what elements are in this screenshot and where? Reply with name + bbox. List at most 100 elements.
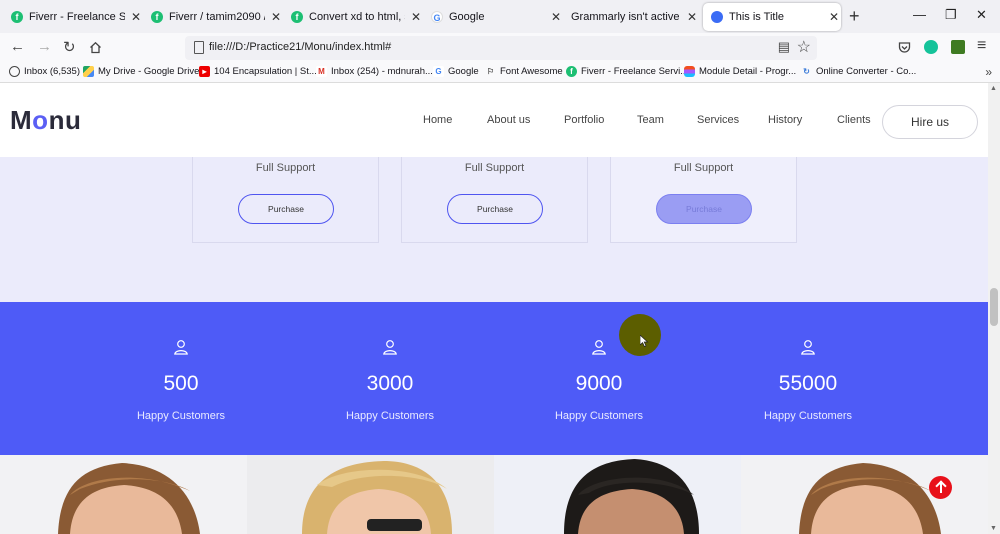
logo-text: M bbox=[10, 105, 33, 135]
forward-arrow-icon[interactable]: → bbox=[37, 38, 52, 55]
bookmark-label: Module Detail - Progr... bbox=[699, 66, 797, 77]
bookmark-label: My Drive - Google Drive bbox=[98, 66, 200, 77]
new-tab-button[interactable]: + bbox=[849, 6, 860, 27]
stat-label: Happy Customers bbox=[345, 410, 435, 422]
browser-nav-bar: ← → ↻ file:///D:/Practice21/Monu/index.h… bbox=[0, 33, 1000, 63]
user-icon bbox=[174, 340, 188, 355]
converter-icon: ↻ bbox=[803, 67, 810, 76]
bookmark-label: 104 Encapsulation | St... bbox=[214, 66, 317, 77]
nav-history[interactable]: History bbox=[768, 114, 802, 126]
nav-about-us[interactable]: About us bbox=[487, 114, 530, 126]
bookmark-item[interactable]: ↻ Online Converter - Co... bbox=[801, 66, 916, 77]
scrollbar-thumb[interactable] bbox=[990, 288, 998, 326]
team-section bbox=[0, 455, 988, 534]
bookmark-label: Font Awesome bbox=[500, 66, 563, 77]
site-logo[interactable]: Monu bbox=[10, 105, 81, 136]
browser-tab[interactable]: f Fiverr - Freelance Services ✕ bbox=[3, 3, 143, 31]
grammarly-extension-icon[interactable] bbox=[924, 40, 938, 54]
bookmark-item[interactable]: ▸ 104 Encapsulation | St... bbox=[199, 66, 317, 77]
pricing-card: Full Support Purchase bbox=[192, 157, 379, 243]
fiverr-icon: f bbox=[566, 66, 577, 77]
close-icon[interactable]: ✕ bbox=[549, 10, 563, 24]
tab-title: Convert xd to html, sketch bbox=[309, 11, 405, 23]
close-icon[interactable]: ✕ bbox=[827, 10, 841, 24]
home-icon[interactable] bbox=[89, 41, 102, 54]
user-icon bbox=[801, 340, 815, 355]
bookmark-item[interactable]: Module Detail - Progr... bbox=[684, 66, 796, 77]
stat-number: 3000 bbox=[366, 372, 414, 395]
stat-number: 55000 bbox=[778, 372, 838, 395]
nav-portfolio[interactable]: Portfolio bbox=[564, 114, 604, 126]
bookmark-item[interactable]: Inbox (6,535) bbox=[9, 66, 80, 77]
pricing-feature: Full Support bbox=[255, 162, 316, 174]
bookmark-item[interactable]: f Fiverr - Freelance Servi... bbox=[566, 66, 688, 77]
reader-view-icon[interactable]: ▤ bbox=[778, 39, 790, 55]
pocket-icon[interactable] bbox=[898, 41, 911, 54]
page-icon bbox=[194, 41, 204, 54]
browser-tab[interactable]: G Google ✕ bbox=[423, 3, 563, 31]
nav-services[interactable]: Services bbox=[697, 114, 739, 126]
bookmark-label: Inbox (254) - mdnurah... bbox=[331, 66, 433, 77]
close-icon[interactable]: ✕ bbox=[269, 10, 283, 24]
youtube-icon: ▸ bbox=[199, 66, 210, 77]
nav-home[interactable]: Home bbox=[423, 114, 452, 126]
window-close-icon[interactable]: ✕ bbox=[976, 7, 987, 23]
url-text[interactable]: file:///D:/Practice21/Monu/index.html# bbox=[209, 41, 391, 53]
browser-tab-active[interactable]: This is Title ✕ bbox=[703, 3, 841, 31]
team-photo-man bbox=[494, 455, 741, 534]
purchase-button[interactable]: Purchase bbox=[656, 194, 752, 224]
tab-title: Fiverr / tamim2090 / Edit bbox=[169, 11, 265, 23]
bookmarks-overflow-icon[interactable]: » bbox=[985, 65, 992, 79]
purchase-button[interactable]: Purchase bbox=[447, 194, 543, 224]
bookmark-item[interactable]: M Inbox (254) - mdnurah... bbox=[316, 66, 433, 77]
stat-item: 55000 Happy Customers bbox=[718, 302, 898, 455]
bookmark-star-icon[interactable]: ☆ bbox=[797, 37, 811, 57]
close-icon[interactable]: ✕ bbox=[129, 10, 143, 24]
hire-us-button[interactable]: Hire us bbox=[882, 105, 978, 139]
figma-icon bbox=[684, 66, 695, 77]
purchase-button[interactable]: Purchase bbox=[238, 194, 334, 224]
browser-tab[interactable]: f Fiverr / tamim2090 / Edit ✕ bbox=[143, 3, 283, 31]
stat-label: Happy Customers bbox=[763, 410, 853, 422]
browser-tab[interactable]: Grammarly isn't active yet! ✕ bbox=[563, 3, 699, 31]
close-icon[interactable]: ✕ bbox=[685, 10, 699, 24]
minimize-icon[interactable]: — bbox=[913, 7, 926, 22]
pricing-card-featured: Full Support Purchase bbox=[610, 157, 797, 243]
scroll-down-arrow-icon[interactable]: ▼ bbox=[990, 525, 997, 532]
google-icon: G bbox=[431, 11, 443, 23]
bookmark-item[interactable]: G Google bbox=[433, 66, 479, 77]
scroll-up-arrow-icon[interactable]: ▲ bbox=[990, 85, 997, 92]
nav-team[interactable]: Team bbox=[637, 114, 664, 126]
stat-number: 500 bbox=[163, 372, 199, 395]
reload-icon[interactable]: ↻ bbox=[63, 38, 76, 56]
google-icon: G bbox=[433, 66, 444, 77]
tab-title: Fiverr - Freelance Services bbox=[29, 11, 125, 23]
bookmark-item[interactable]: My Drive - Google Drive bbox=[83, 66, 199, 77]
back-arrow-icon[interactable]: ← bbox=[10, 38, 25, 55]
close-icon[interactable]: ✕ bbox=[409, 10, 423, 24]
browser-tab[interactable]: f Convert xd to html, sketch ✕ bbox=[283, 3, 423, 31]
gmail-icon: M bbox=[316, 66, 327, 77]
tab-title: This is Title bbox=[729, 11, 785, 23]
site-header: Monu Home About us Portfolio Team Servic… bbox=[0, 83, 988, 157]
fiverr-icon: f bbox=[151, 11, 163, 23]
team-photo-man bbox=[0, 455, 247, 534]
extension-icon[interactable] bbox=[951, 40, 965, 54]
bookmark-item[interactable]: ⚐ Font Awesome bbox=[485, 66, 563, 77]
tab-title: Grammarly isn't active yet! bbox=[571, 11, 681, 23]
mouse-cursor-icon bbox=[640, 335, 649, 347]
nav-clients[interactable]: Clients bbox=[837, 114, 871, 126]
url-bar[interactable]: file:///D:/Practice21/Monu/index.html# ▤… bbox=[185, 36, 817, 60]
pricing-card: Full Support Purchase bbox=[401, 157, 588, 243]
tab-title: Google bbox=[449, 11, 485, 23]
user-icon bbox=[592, 340, 606, 355]
logo-accent-letter: o bbox=[32, 105, 49, 135]
page-scrollbar[interactable]: ▲ ▼ bbox=[988, 83, 1000, 534]
firefox-page-icon bbox=[711, 11, 723, 23]
pricing-feature: Full Support bbox=[673, 162, 734, 174]
restore-icon[interactable]: ❐ bbox=[945, 7, 957, 23]
stat-label: Happy Customers bbox=[554, 410, 644, 422]
user-icon bbox=[383, 340, 397, 355]
scroll-to-top-button[interactable] bbox=[929, 476, 952, 499]
menu-icon[interactable]: ≡ bbox=[977, 37, 986, 55]
